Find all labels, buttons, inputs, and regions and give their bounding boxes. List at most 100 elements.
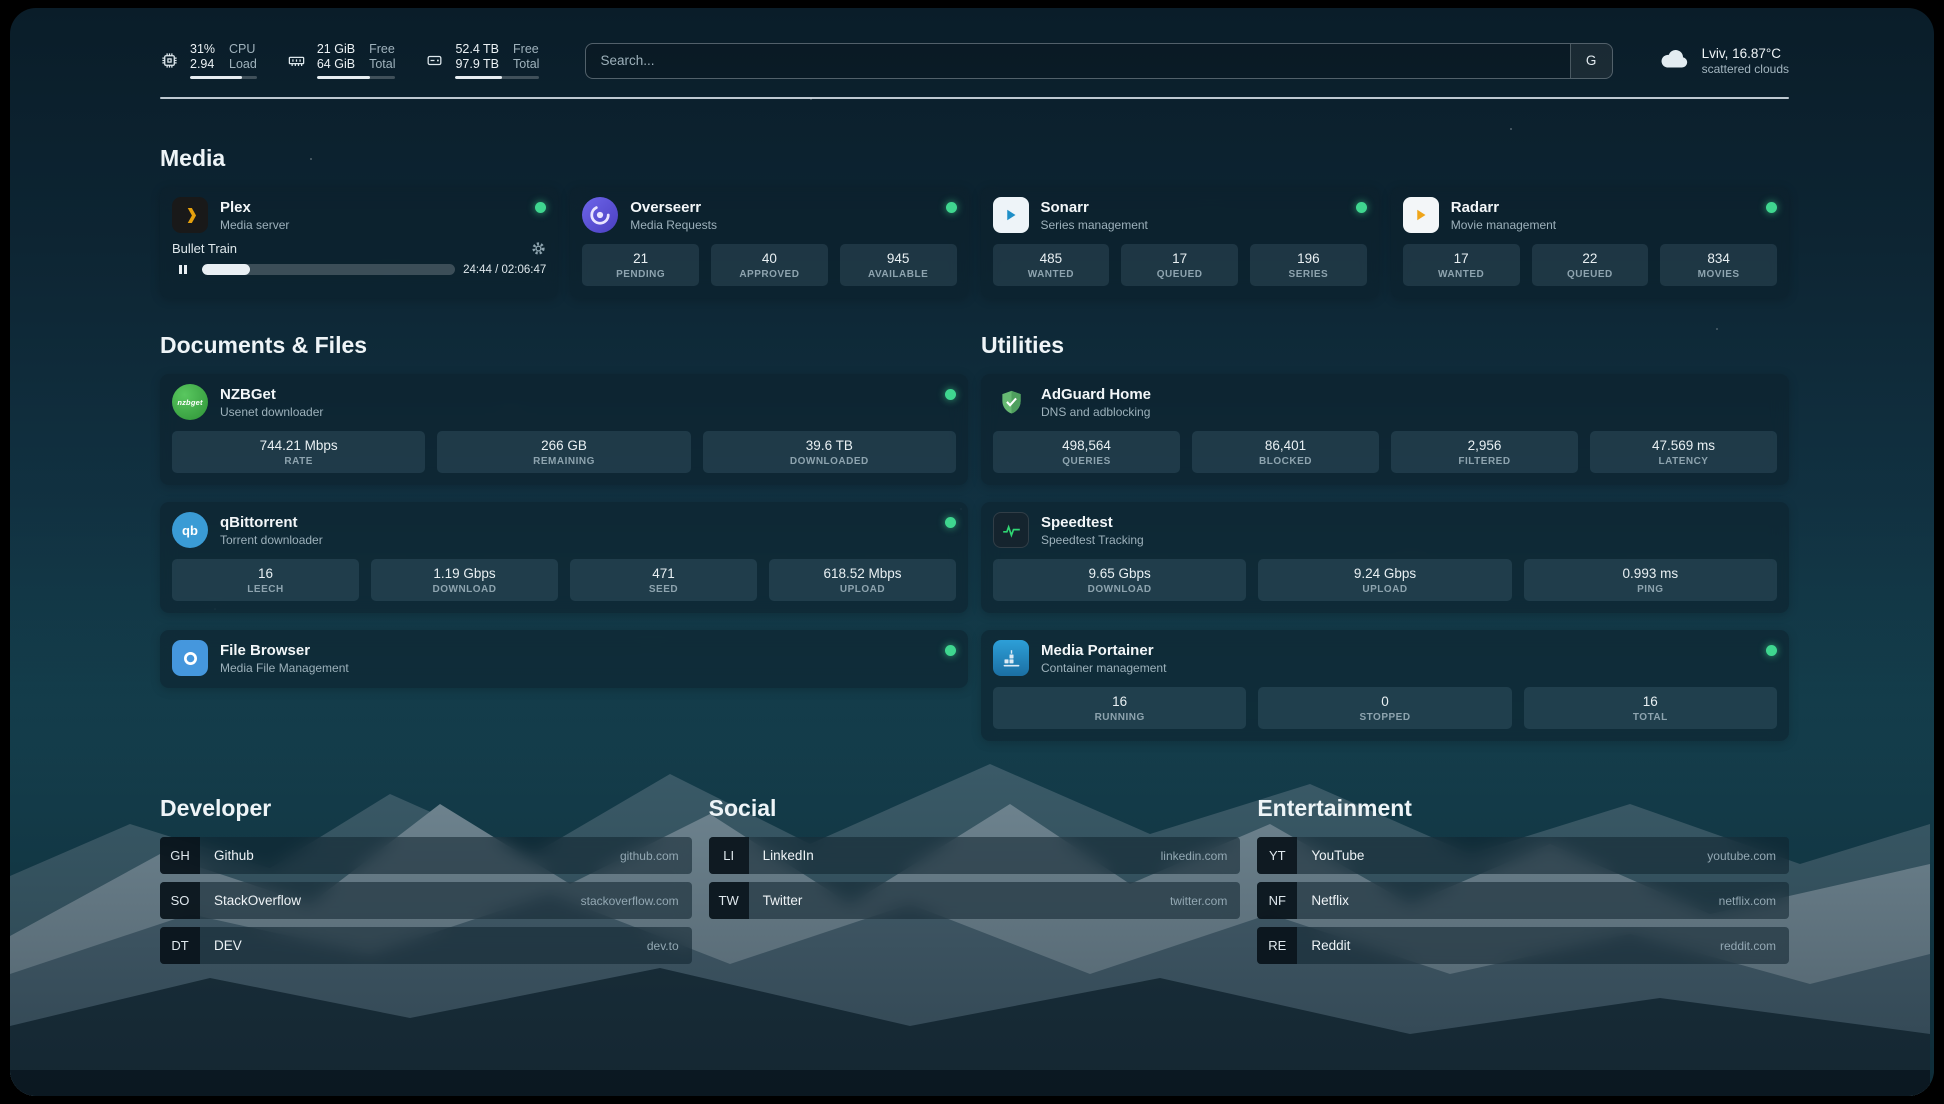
- stat-label: QUERIES: [997, 456, 1176, 467]
- now-playing-title: Bullet Train: [172, 241, 237, 256]
- section-title-media: Media: [160, 145, 1789, 172]
- status-dot: [945, 389, 956, 400]
- service-card-filebrowser[interactable]: File BrowserMedia File Management: [160, 630, 968, 688]
- stat-value: 945: [844, 251, 953, 266]
- metric-progress-bar: [455, 76, 539, 79]
- metric-sub-value: 2.94: [190, 57, 215, 71]
- stat-label: DOWNLOAD: [997, 584, 1242, 595]
- service-name: Plex: [220, 199, 289, 216]
- section-title-social: Social: [709, 795, 1241, 822]
- search-provider-button[interactable]: G: [1570, 44, 1612, 78]
- service-card-portainer[interactable]: Media PortainerContainer management16RUN…: [981, 630, 1789, 741]
- qbittorrent-icon: qb: [172, 512, 208, 548]
- bookmark-url: netflix.com: [1719, 894, 1776, 908]
- service-card-nzbget[interactable]: nzbgetNZBGetUsenet downloader744.21 Mbps…: [160, 374, 968, 485]
- middle-columns: Documents & Files nzbgetNZBGetUsenet dow…: [160, 332, 1789, 741]
- bookmark-twitter[interactable]: TWTwittertwitter.com: [709, 882, 1241, 919]
- bookmark-github[interactable]: GHGithubgithub.com: [160, 837, 692, 874]
- service-name: Speedtest: [1041, 514, 1144, 531]
- bookmark-linkedin[interactable]: LILinkedInlinkedin.com: [709, 837, 1241, 874]
- nzbget-icon: nzbget: [172, 384, 208, 420]
- status-dot: [946, 202, 957, 213]
- stat-seed: 471 SEED: [570, 559, 757, 601]
- divider: [160, 97, 1789, 99]
- service-card-speedtest[interactable]: SpeedtestSpeedtest Tracking9.65 GbpsDOWN…: [981, 502, 1789, 613]
- bookmark-abbreviation: LI: [709, 837, 749, 874]
- stat-label: WANTED: [1407, 269, 1516, 280]
- search-bar[interactable]: G: [585, 43, 1612, 79]
- search-input[interactable]: [586, 53, 1569, 68]
- stat-value: 17: [1407, 251, 1516, 266]
- metric-value: 31%: [190, 42, 215, 56]
- system-metrics: 31%CPU2.94Load21 GiBFree64 GiBTotal52.4 …: [160, 42, 539, 79]
- top-bar: 31%CPU2.94Load21 GiBFree64 GiBTotal52.4 …: [160, 30, 1789, 97]
- stat-value: 16: [176, 566, 355, 581]
- pause-button[interactable]: [172, 263, 194, 276]
- stat-ping: 0.993 msPING: [1524, 559, 1777, 601]
- stat-label: LATENCY: [1594, 456, 1773, 467]
- bookmark-name: Twitter: [763, 893, 803, 908]
- overseerr-icon: [582, 197, 618, 233]
- bookmark-stackoverflow[interactable]: SOStackOverflowstackoverflow.com: [160, 882, 692, 919]
- bookmark-reddit[interactable]: RERedditreddit.com: [1257, 927, 1789, 964]
- gear-icon[interactable]: [531, 241, 546, 256]
- stat-value: 471: [574, 566, 753, 581]
- bookmark-youtube[interactable]: YTYouTubeyoutube.com: [1257, 837, 1789, 874]
- playback-time: 24:44 / 02:06:47: [463, 264, 546, 276]
- metric-value: 21 GiB: [317, 42, 355, 56]
- stat-label: PING: [1528, 584, 1773, 595]
- service-description: Usenet downloader: [220, 405, 323, 419]
- metric-label-bottom: Total: [513, 57, 539, 71]
- ram-icon: [287, 51, 306, 70]
- plex-icon: [172, 197, 208, 233]
- status-dot: [945, 517, 956, 528]
- stat-value: 266 GB: [441, 438, 686, 453]
- disk-icon: [425, 51, 444, 70]
- bookmark-name: StackOverflow: [214, 893, 301, 908]
- bookmark-url: linkedin.com: [1161, 849, 1228, 863]
- service-description: Container management: [1041, 661, 1166, 675]
- stat-label: REMAINING: [441, 456, 686, 467]
- stat-available: 945AVAILABLE: [840, 244, 957, 286]
- speedtest-icon: [993, 512, 1029, 548]
- service-card-sonarr[interactable]: SonarrSeries management485WANTED17QUEUED…: [981, 187, 1379, 298]
- service-name: Overseerr: [630, 199, 717, 216]
- stat-value: 1.19 Gbps: [375, 566, 554, 581]
- stat-label: UPLOAD: [773, 584, 952, 595]
- stat-download: 1.19 GbpsDOWNLOAD: [371, 559, 558, 601]
- filebrowser-icon: [172, 640, 208, 676]
- weather-widget[interactable]: Lviv, 16.87°C scattered clouds: [1659, 46, 1789, 76]
- service-card-plex[interactable]: PlexMedia serverBullet Train24:44 / 02:0…: [160, 187, 558, 298]
- section-title-entertainment: Entertainment: [1257, 795, 1789, 822]
- bookmark-dev[interactable]: DTDEVdev.to: [160, 927, 692, 964]
- stat-label: SEED: [574, 584, 753, 595]
- stat-blocked: 86,401BLOCKED: [1192, 431, 1379, 473]
- stat-label: BLOCKED: [1196, 456, 1375, 467]
- section-title-developer: Developer: [160, 795, 692, 822]
- stat-label: RUNNING: [997, 712, 1242, 723]
- stat-remaining: 266 GB REMAINING: [437, 431, 690, 473]
- service-description: Torrent downloader: [220, 533, 323, 547]
- stat-value: 22: [1536, 251, 1645, 266]
- service-card-overseerr[interactable]: OverseerrMedia Requests21PENDING40APPROV…: [570, 187, 968, 298]
- bookmark-netflix[interactable]: NFNetflixnetflix.com: [1257, 882, 1789, 919]
- service-card-adguard[interactable]: AdGuard HomeDNS and adblocking498,564QUE…: [981, 374, 1789, 485]
- service-name: Radarr: [1451, 199, 1556, 216]
- service-card-qbittorrent[interactable]: qbqBittorrentTorrent downloader16LEECH1.…: [160, 502, 968, 613]
- stat-latency: 47.569 msLATENCY: [1590, 431, 1777, 473]
- playback-progress-bar[interactable]: [202, 264, 455, 275]
- metric-label-top: CPU: [229, 42, 257, 56]
- stat-value: 485: [997, 251, 1106, 266]
- bookmark-abbreviation: SO: [160, 882, 200, 919]
- stat-wanted: 17 WANTED: [1403, 244, 1520, 286]
- service-card-radarr[interactable]: RadarrMovie management17WANTED22QUEUED83…: [1391, 187, 1789, 298]
- service-description: Series management: [1041, 218, 1148, 232]
- stat-value: 16: [997, 694, 1242, 709]
- section-title-utilities: Utilities: [981, 332, 1789, 359]
- weather-condition: scattered clouds: [1702, 62, 1789, 76]
- service-name: Sonarr: [1041, 199, 1148, 216]
- bookmark-name: Reddit: [1311, 938, 1350, 953]
- stat-value: 2,956: [1395, 438, 1574, 453]
- stat-value: 498,564: [997, 438, 1176, 453]
- status-dot: [945, 645, 956, 656]
